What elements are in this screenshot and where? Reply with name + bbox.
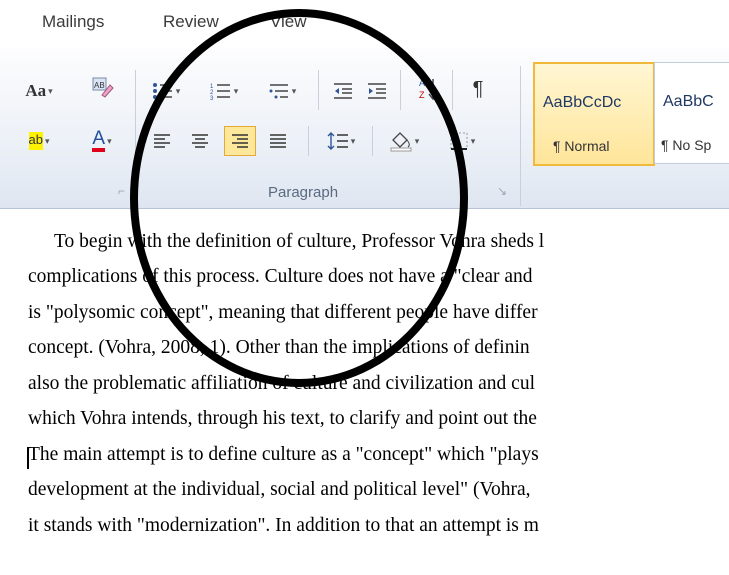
doc-line: concept. (Vohra, 2008, 1). Other than th… <box>28 337 530 358</box>
svg-text:3: 3 <box>210 96 214 101</box>
style-name: ¶ No Sp <box>661 137 712 153</box>
svg-text:Z: Z <box>419 90 425 100</box>
font-dialog-launcher-icon[interactable]: ⌐ <box>118 184 125 198</box>
divider <box>308 126 309 156</box>
align-center-button[interactable] <box>186 128 214 154</box>
highlight-button[interactable]: ab ▾ <box>8 128 70 154</box>
justify-icon <box>270 134 286 148</box>
paragraph-dialog-launcher-icon[interactable]: ↘ <box>497 184 507 198</box>
decrease-indent-icon <box>334 83 352 99</box>
line-spacing-icon <box>327 132 348 150</box>
style-sample: AaBbCcDc <box>543 94 622 111</box>
change-case-label: Aa <box>25 81 47 100</box>
divider <box>372 126 373 156</box>
doc-line: is "polysomic concept", meaning that dif… <box>28 302 538 323</box>
clear-formatting-icon: AB <box>92 77 114 98</box>
numbering-icon: 123 <box>210 84 230 101</box>
increase-indent-button[interactable] <box>362 78 392 104</box>
align-center-icon <box>192 134 208 148</box>
divider <box>135 70 136 180</box>
align-right-icon <box>232 134 248 148</box>
svg-text:A: A <box>419 78 425 88</box>
chevron-down-icon: ▾ <box>175 85 181 96</box>
bullets-button[interactable]: ▾ <box>142 78 190 104</box>
sort-icon: AZ <box>419 78 438 101</box>
style-normal[interactable]: AaBbCcDc ¶ Normal <box>533 62 655 166</box>
chevron-down-icon: ▾ <box>470 135 476 146</box>
divider <box>520 66 521 206</box>
doc-line: development at the individual, social an… <box>28 479 531 500</box>
divider <box>400 70 401 110</box>
line-spacing-button[interactable]: ▾ <box>318 128 364 154</box>
paragraph-group-label: Paragraph <box>268 184 339 201</box>
doc-line: complications of this process. Culture d… <box>28 266 533 287</box>
doc-line: To begin with the definition of culture,… <box>54 231 545 252</box>
chevron-down-icon: ▾ <box>414 135 420 146</box>
ribbon-tabs: Mailings Review View <box>0 0 729 48</box>
highlight-label: ab <box>28 132 43 150</box>
chevron-down-icon: ▾ <box>233 85 239 96</box>
chevron-down-icon: ▾ <box>107 135 112 146</box>
doc-line: also the problematic affiliation of cult… <box>28 373 536 394</box>
style-sample: AaBbC <box>663 93 714 110</box>
increase-indent-icon <box>368 83 386 99</box>
multilevel-list-icon <box>269 84 288 99</box>
borders-button[interactable]: ▾ <box>438 128 486 154</box>
document-page[interactable]: To begin with the definition of culture,… <box>0 211 729 575</box>
chevron-down-icon: ▾ <box>48 85 53 96</box>
chevron-down-icon: ▾ <box>291 85 297 96</box>
decrease-indent-button[interactable] <box>328 78 358 104</box>
chevron-down-icon: ▾ <box>44 135 50 146</box>
pilcrow-icon: ¶ <box>472 77 484 100</box>
font-color-label: A <box>92 129 106 152</box>
doc-line: which Vohra intends, through his text, t… <box>28 408 537 429</box>
tab-review[interactable]: Review <box>163 12 219 32</box>
chevron-down-icon: ▾ <box>350 135 356 146</box>
numbering-button[interactable]: 1 2 3 ▾ <box>200 78 248 104</box>
borders-icon <box>450 132 468 150</box>
tab-mailings[interactable]: Mailings <box>42 12 104 32</box>
tab-view[interactable]: View <box>270 12 307 32</box>
svg-text:AB: AB <box>94 81 105 90</box>
sort-button[interactable]: AZ <box>410 76 446 102</box>
justify-button[interactable] <box>264 128 292 154</box>
style-no-spacing[interactable]: AaBbC ¶ No Sp <box>654 62 729 164</box>
align-left-button[interactable] <box>148 128 176 154</box>
align-right-button[interactable] <box>224 126 256 156</box>
divider <box>318 70 319 110</box>
bullets-icon <box>152 83 172 99</box>
change-case-button[interactable]: Aa ▾ <box>8 78 70 104</box>
style-name: ¶ Normal <box>553 138 610 154</box>
paint-bucket-icon <box>390 132 412 152</box>
multilevel-list-button[interactable]: ▾ <box>258 78 306 104</box>
clear-formatting-button[interactable]: AB <box>82 74 122 100</box>
align-left-icon <box>154 134 170 148</box>
show-hide-marks-button[interactable]: ¶ <box>460 76 496 102</box>
font-color-button[interactable]: A ▾ <box>78 128 126 154</box>
doc-line: The main attempt is to define culture as… <box>28 444 539 465</box>
doc-line: it stands with "modernization". In addit… <box>28 515 539 536</box>
divider <box>452 70 453 110</box>
shading-button[interactable]: ▾ <box>380 128 428 154</box>
text-cursor <box>27 447 29 469</box>
